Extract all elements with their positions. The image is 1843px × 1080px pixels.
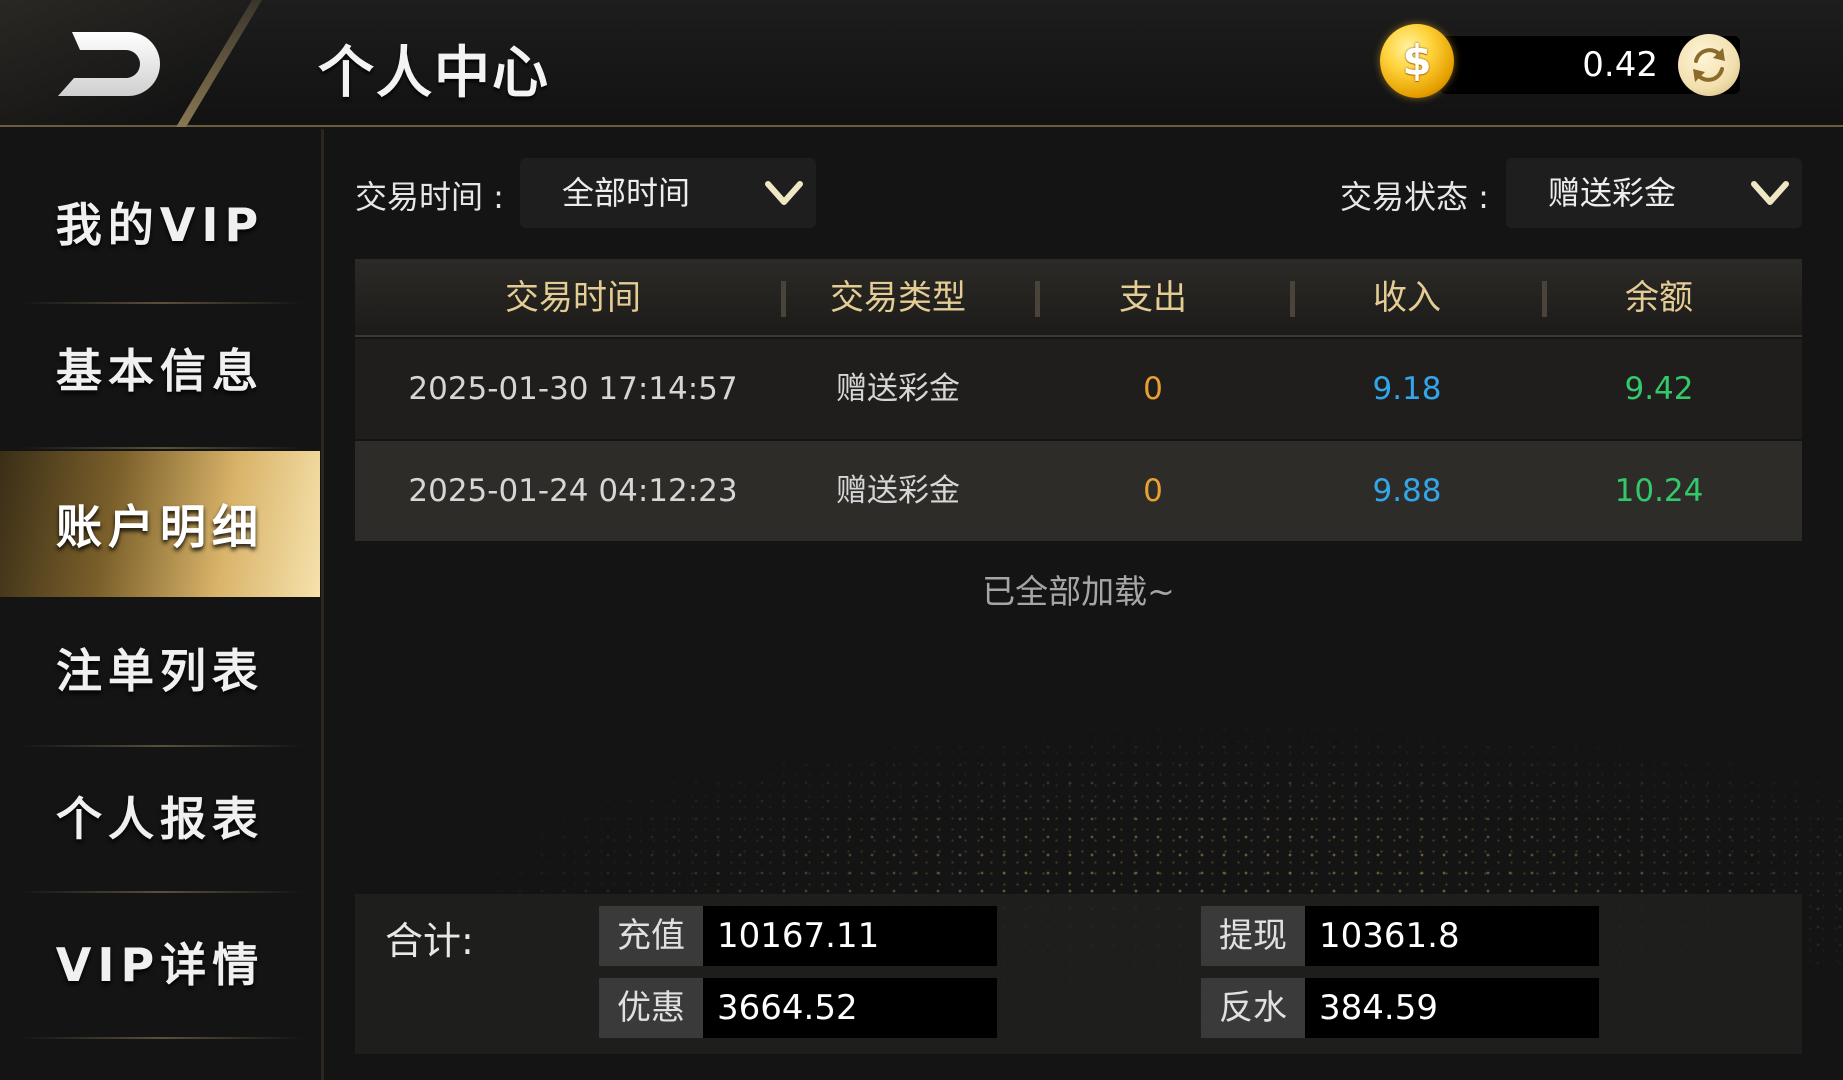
sidebar-item-label: 个人报表 [56, 792, 264, 846]
table-row[interactable]: 2025-01-30 17:14:57 赠送彩金 0 9.18 9.42 [355, 339, 1802, 439]
chevron-down-icon [765, 181, 803, 205]
summary-discount-label: 优惠 [599, 978, 703, 1038]
summary-withdraw-value: 10361.8 [1305, 906, 1599, 966]
sidebar: 我的VIP 基本信息 账户明细 注单列表 个人报表 VIP详情 [0, 129, 324, 1080]
refresh-button[interactable] [1678, 34, 1740, 96]
top-header: 个人中心 0.42 $ [0, 0, 1843, 127]
sidebar-item-label: VIP详情 [55, 938, 265, 992]
summary-panel: 合计: 充值 10167.11 提现 10361.8 优惠 3664.52 反水… [355, 894, 1802, 1054]
cell-balance: 9.42 [1624, 371, 1694, 407]
chevron-down-icon [1751, 181, 1789, 205]
sidebar-item-bet-list[interactable]: 注单列表 [0, 595, 320, 741]
sidebar-item-label: 账户明细 [56, 500, 264, 554]
sidebar-item-label: 我的VIP [55, 198, 265, 252]
summary-discount-value: 3664.52 [703, 978, 997, 1038]
sidebar-item-label: 注单列表 [56, 644, 264, 698]
balance-value: 0.42 [1582, 45, 1658, 85]
coin-icon: $ [1380, 24, 1454, 98]
back-icon [58, 32, 160, 96]
cell-balance: 10.24 [1614, 473, 1704, 509]
sidebar-item-account-details[interactable]: 账户明细 [0, 451, 320, 597]
summary-recharge-value: 10167.11 [703, 906, 997, 966]
sidebar-divider [20, 1037, 304, 1039]
summary-title: 合计: [385, 919, 474, 963]
status-filter-value: 赠送彩金 [1548, 174, 1677, 212]
summary-recharge-label: 充值 [599, 906, 703, 966]
status-filter-label: 交易状态 : [1340, 178, 1489, 216]
sidebar-item-personal-report[interactable]: 个人报表 [0, 743, 320, 889]
all-loaded-note: 已全部加载~ [982, 572, 1175, 611]
sidebar-item-basic-info[interactable]: 基本信息 [0, 295, 320, 441]
time-filter-value: 全部时间 [562, 174, 691, 212]
table-row[interactable]: 2025-01-24 04:12:23 赠送彩金 0 9.88 10.24 [355, 441, 1802, 541]
sidebar-item-label: 基本信息 [56, 344, 264, 398]
summary-rebate-value: 384.59 [1305, 978, 1599, 1038]
time-filter-select[interactable]: 全部时间 [520, 158, 816, 228]
refresh-icon [1693, 48, 1725, 82]
table-header: 交易时间 交易类型 支出 收入 余额 [355, 259, 1802, 337]
status-filter-select[interactable]: 赠送彩金 [1506, 158, 1802, 228]
summary-rebate-label: 反水 [1201, 978, 1305, 1038]
back-button[interactable] [58, 28, 168, 100]
time-filter-label: 交易时间 : [355, 178, 504, 216]
sidebar-item-my-vip[interactable]: 我的VIP [0, 149, 320, 295]
sidebar-item-vip-details[interactable]: VIP详情 [0, 889, 320, 1035]
sidebar-divider [20, 447, 304, 449]
page-title: 个人中心 [318, 41, 550, 106]
summary-withdraw-label: 提现 [1201, 906, 1305, 966]
column-header-balance: 余额 [1625, 278, 1693, 318]
